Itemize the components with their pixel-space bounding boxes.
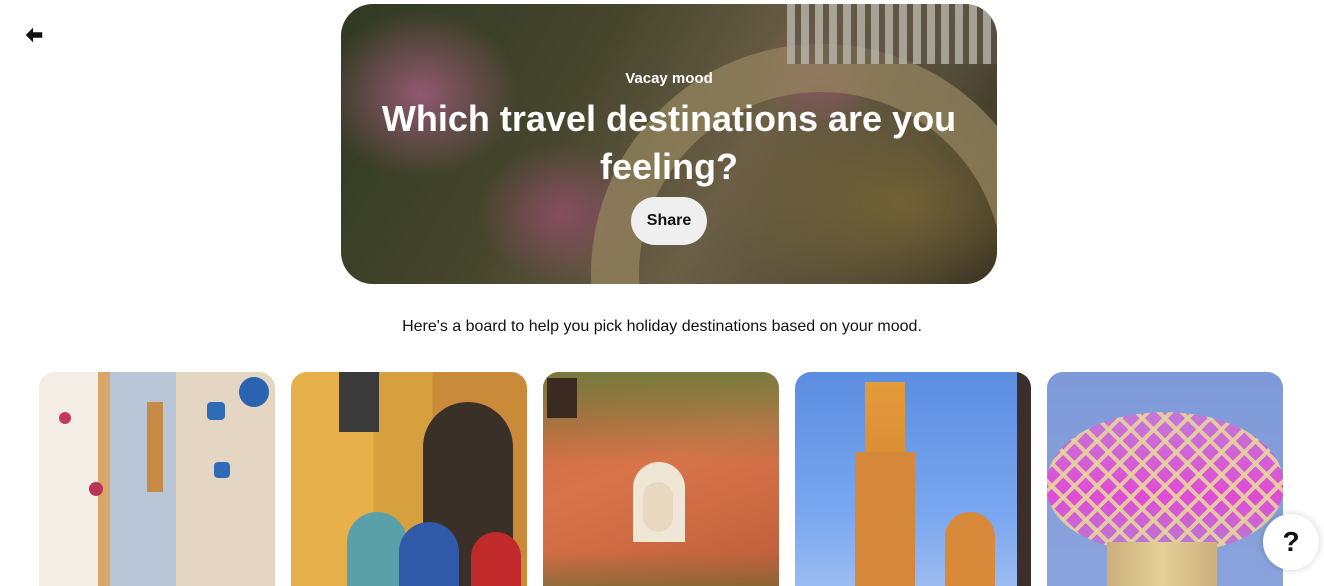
board-description: Here's a board to help you pick holiday …: [402, 318, 922, 335]
hero-title: Which travel destinations are you feelin…: [381, 98, 957, 187]
pin-image: [1047, 372, 1283, 586]
pin-image: [39, 372, 275, 586]
pin-card[interactable]: [543, 372, 779, 586]
pin-card[interactable]: [1047, 372, 1283, 586]
pin-image: [543, 372, 779, 586]
hero-eyebrow: Vacay mood: [625, 70, 713, 87]
hero-banner: Vacay mood Which travel destinations are…: [341, 4, 997, 284]
help-icon: ?: [1282, 526, 1300, 557]
share-button[interactable]: Share: [630, 197, 708, 245]
pin-card[interactable]: [39, 372, 275, 586]
pin-card[interactable]: [795, 372, 1031, 586]
page: Vacay mood Which travel destinations are…: [0, 0, 1324, 586]
help-button[interactable]: ?: [1263, 514, 1319, 570]
pin-image: [795, 372, 1031, 586]
back-button[interactable]: [14, 15, 54, 55]
pin-image: [291, 372, 527, 586]
pin-card[interactable]: [291, 372, 527, 586]
arrow-left-icon: [25, 27, 43, 43]
hero-content: Vacay mood Which travel destinations are…: [341, 4, 997, 284]
